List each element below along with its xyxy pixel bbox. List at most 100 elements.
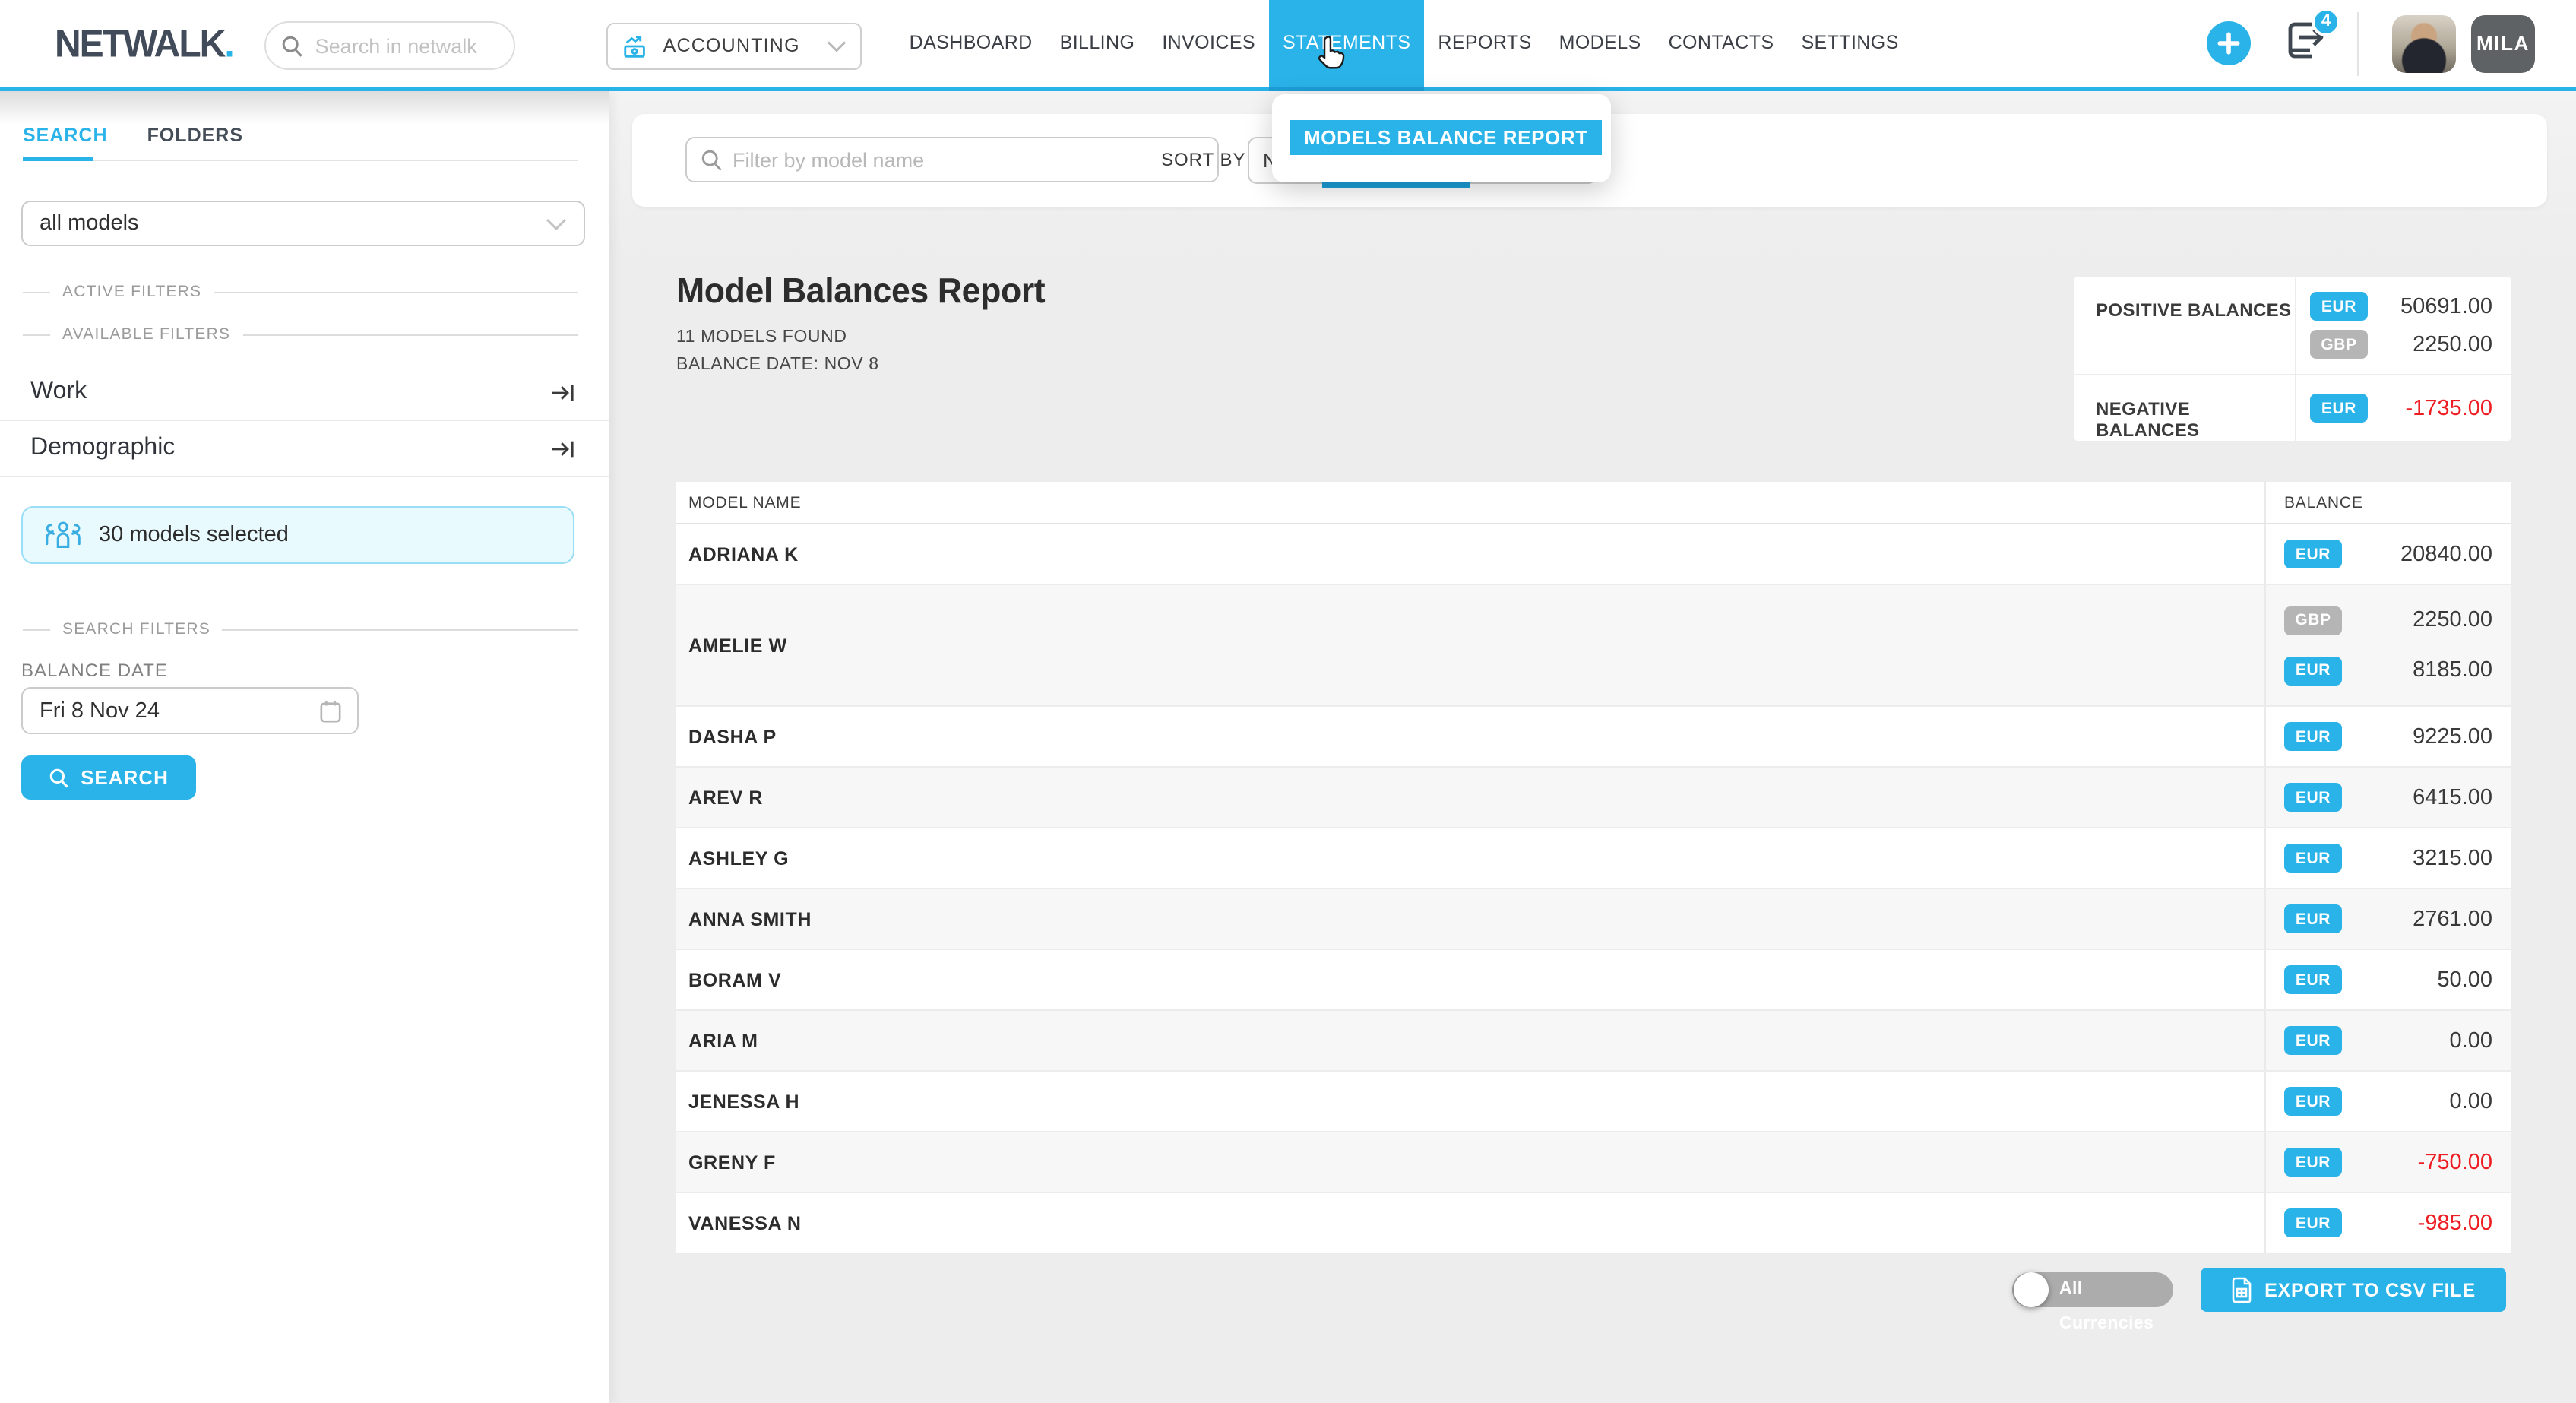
- nav-item-settings[interactable]: SETTINGS: [1787, 0, 1912, 91]
- table-row[interactable]: JENESSA H EUR 0.00: [676, 1072, 2511, 1132]
- available-filters-divider: AVAILABLE FILTERS: [23, 325, 578, 344]
- table-row[interactable]: BORAM V EUR50.00: [676, 950, 2511, 1011]
- balance-amount: 6415.00: [2413, 785, 2492, 809]
- balance-amount-negative: -985.00: [2418, 1211, 2492, 1235]
- balances-table: MODEL NAME BALANCE ADRIANA K EUR20840.00…: [676, 482, 2511, 1254]
- nav-item-dashboard[interactable]: DASHBOARD: [896, 0, 1046, 91]
- dropdown-item-models-balance-report[interactable]: MODELS BALANCE REPORT: [1290, 120, 1602, 155]
- balance-amount-negative: -750.00: [2418, 1150, 2492, 1174]
- positive-balances-row: POSITIVE BALANCES EUR 50691.00 GBP 2250.…: [2074, 277, 2511, 375]
- currency-badge-eur: EUR: [2284, 722, 2342, 751]
- table-row[interactable]: ARIA M EUR0.00: [676, 1011, 2511, 1072]
- currency-badge-eur: EUR: [2284, 656, 2342, 685]
- balance-amount: 9225.00: [2413, 724, 2492, 749]
- balance-amount: 3215.00: [2413, 846, 2492, 870]
- all-currencies-toggle[interactable]: All Currencies: [2012, 1272, 2173, 1307]
- balance-date-text: BALANCE DATE: NOV 8: [676, 356, 1056, 374]
- logo-text: NETWALK: [55, 24, 224, 66]
- search-icon: [701, 148, 723, 171]
- statements-export-icon[interactable]: 4: [2280, 16, 2334, 71]
- table-row[interactable]: ADRIANA K EUR20840.00: [676, 524, 2511, 585]
- models-selected-pill[interactable]: 30 models selected: [21, 506, 574, 564]
- negative-balances-label: NEGATIVE BALANCES: [2074, 375, 2295, 441]
- available-filters-label: AVAILABLE FILTERS: [62, 325, 230, 344]
- model-name: JENESSA H: [676, 1072, 2264, 1131]
- currency-badge-eur: EUR: [2284, 1148, 2342, 1177]
- currency-badge-eur: EUR: [2284, 904, 2342, 933]
- chevron-down-icon: [828, 39, 847, 52]
- toggle-knob[interactable]: [2014, 1272, 2049, 1307]
- sidebar: SEARCH FOLDERS all models ACTIVE FILTERS…: [0, 91, 609, 1403]
- table-row[interactable]: AREV R EUR 6415.00: [676, 768, 2511, 828]
- table-row[interactable]: AMELIE W GBP2250.00 EUR8185.00: [676, 585, 2511, 707]
- models-found-text: 11 MODELS FOUND: [676, 328, 1056, 347]
- model-scope-select[interactable]: all models: [21, 201, 585, 246]
- currency-badge-eur: EUR: [2284, 1087, 2342, 1116]
- balance-date-label: BALANCE DATE: [21, 660, 168, 681]
- tab-search[interactable]: SEARCH: [23, 125, 108, 146]
- model-filter-input[interactable]: Filter by model name: [685, 137, 1219, 182]
- currency-badge-eur: EUR: [2310, 394, 2368, 423]
- header-divider: [2357, 11, 2359, 75]
- table-row[interactable]: ANNA SMITH EUR2761.00: [676, 889, 2511, 950]
- table-row[interactable]: DASHA P EUR 9225.00: [676, 707, 2511, 768]
- netwalk-app: NETWALK. Search in netwalk ACCOUNTING DA…: [0, 0, 2576, 1403]
- model-name: AREV R: [676, 768, 2264, 827]
- table-row[interactable]: ASHLEY G EUR3215.00: [676, 828, 2511, 889]
- summary-line: EUR 50691.00: [2310, 292, 2492, 321]
- accounting-money-icon: [622, 31, 651, 60]
- app-module-value: ACCOUNTING: [663, 35, 828, 56]
- chevron-down-icon: [546, 217, 567, 230]
- nav-item-billing[interactable]: BILLING: [1046, 0, 1149, 91]
- search-button[interactable]: SEARCH: [21, 755, 196, 800]
- export-csv-button[interactable]: EXPORT TO CSV FILE: [2201, 1268, 2506, 1312]
- currency-badge-eur: EUR: [2284, 540, 2342, 568]
- currency-badge-eur: EUR: [2310, 292, 2368, 321]
- balance-amount: 50.00: [2437, 968, 2492, 992]
- search-filters-divider: SEARCH FILTERS: [23, 620, 578, 638]
- nav-item-reports[interactable]: REPORTS: [1424, 0, 1545, 91]
- currency-badge-eur: EUR: [2284, 1026, 2342, 1055]
- user-avatar-photo[interactable]: [2392, 14, 2456, 72]
- column-balance: BALANCE: [2264, 482, 2511, 523]
- global-search-input[interactable]: Search in netwalk: [265, 21, 516, 70]
- active-filters-label: ACTIVE FILTERS: [62, 283, 201, 301]
- nav-item-statements[interactable]: STATEMENTS: [1269, 0, 1424, 91]
- filter-row-work[interactable]: Work: [0, 365, 609, 421]
- table-row[interactable]: GRENY F EUR -750.00: [676, 1132, 2511, 1193]
- model-name: DASHA P: [676, 707, 2264, 766]
- currency-badge-eur: EUR: [2284, 783, 2342, 812]
- model-filter-placeholder: Filter by model name: [733, 148, 924, 171]
- logo-dot: .: [224, 24, 233, 66]
- nav-item-invoices[interactable]: INVOICES: [1148, 0, 1269, 91]
- notifications-badge: 4: [2312, 7, 2340, 36]
- balance-date-input[interactable]: Fri 8 Nov 24: [21, 687, 359, 734]
- search-icon: [282, 34, 305, 57]
- sidebar-tabs: SEARCH FOLDERS: [23, 125, 243, 146]
- add-button[interactable]: [2207, 21, 2251, 65]
- search-icon: [49, 767, 70, 788]
- user-chip[interactable]: MILA: [2471, 14, 2535, 72]
- model-name: GRENY F: [676, 1132, 2264, 1192]
- balance-amount: 0.00: [2450, 1089, 2492, 1113]
- model-name: ASHLEY G: [676, 828, 2264, 888]
- nav-item-contacts[interactable]: CONTACTS: [1655, 0, 1788, 91]
- model-name: AMELIE W: [676, 585, 2264, 705]
- balances-summary-card: POSITIVE BALANCES EUR 50691.00 GBP 2250.…: [2074, 277, 2511, 441]
- table-row[interactable]: VANESSA N EUR-985.00: [676, 1193, 2511, 1254]
- filter-row-demographic[interactable]: Demographic: [0, 421, 609, 477]
- filter-label: Demographic: [30, 435, 550, 462]
- tab-track: [23, 160, 578, 161]
- main-content: Filter by model name SORT BY N Model Bal…: [609, 91, 2576, 1403]
- tab-folders[interactable]: FOLDERS: [147, 125, 243, 146]
- app-module-select[interactable]: ACCOUNTING: [607, 22, 862, 69]
- arrow-to-bar-icon: [550, 437, 576, 460]
- positive-balances-label: POSITIVE BALANCES: [2074, 277, 2295, 374]
- sort-select-active-underline: [1322, 182, 1470, 188]
- top-bar: NETWALK. Search in netwalk ACCOUNTING DA…: [0, 0, 2576, 91]
- balance-amount: 8185.00: [2413, 658, 2492, 682]
- export-csv-label: EXPORT TO CSV FILE: [2264, 1279, 2476, 1300]
- nav-item-models[interactable]: MODELS: [1546, 0, 1655, 91]
- netwalk-logo[interactable]: NETWALK.: [55, 24, 233, 68]
- balance-amount: 0.00: [2450, 1028, 2492, 1053]
